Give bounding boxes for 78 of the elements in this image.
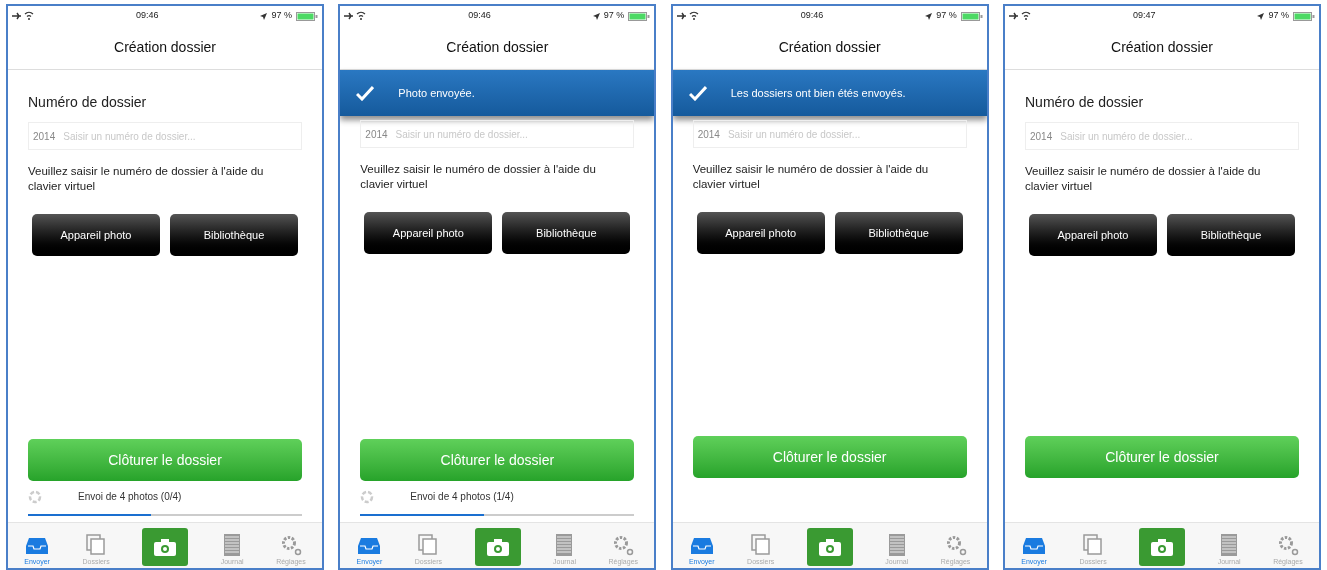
hint-text: Veuillez saisir le numéro de dossier à l'aide du clavier virtuel: [28, 164, 265, 194]
location-arrow-icon: [260, 12, 268, 20]
camera-icon: [818, 538, 841, 556]
year-prefix: 2014: [33, 129, 56, 144]
airplane-wifi-icon: [676, 11, 699, 21]
screen-title: Création dossier: [114, 38, 216, 57]
field-label: Numéro de dossier: [28, 94, 147, 110]
dark-action-button[interactable]: Appareil photo: [32, 214, 160, 256]
close-dossier-button[interactable]: Clôturer le dossier: [1025, 436, 1299, 478]
gears-icon: [612, 533, 635, 556]
location-arrow-icon: [592, 12, 600, 20]
battery-percent: 97 %: [1268, 9, 1289, 23]
list-icon: [556, 533, 573, 556]
dark-action-button[interactable]: Bibliothèque: [1167, 214, 1295, 256]
list-icon: [888, 533, 905, 556]
battery-percent: 97 %: [936, 9, 957, 23]
inbox-tray-icon: [1023, 535, 1046, 556]
airplane-wifi-icon: [12, 11, 34, 21]
camera-tab[interactable]: [806, 528, 853, 566]
screen-title: Création dossier: [1111, 38, 1213, 57]
banner-message: Photo envoyée.: [398, 85, 475, 101]
gears-icon: [279, 533, 302, 556]
camera-tab[interactable]: [142, 528, 189, 566]
screen-title: Création dossier: [446, 38, 549, 57]
airplane-wifi-icon: [344, 11, 367, 21]
dark-action-button[interactable]: Appareil photo: [1029, 214, 1157, 256]
copies-icon: [1083, 533, 1104, 556]
field-label: Numéro de dossier: [1025, 94, 1144, 110]
inbox-tray-icon: [690, 535, 713, 556]
battery-percent: 97 %: [271, 9, 292, 23]
banner-message: Les dossiers ont bien étés envoyés.: [730, 85, 906, 101]
year-prefix: 2014: [697, 127, 720, 142]
close-dossier-button[interactable]: Clôturer le dossier: [360, 439, 635, 481]
list-icon: [1221, 533, 1238, 556]
camera-icon: [154, 538, 177, 556]
year-prefix: 2014: [365, 127, 388, 142]
status-time: 09:46: [135, 9, 159, 23]
dark-action-button[interactable]: Appareil photo: [364, 212, 493, 254]
dark-action-button[interactable]: Bibliothèque: [502, 212, 631, 254]
list-icon: [224, 533, 241, 556]
location-arrow-icon: [1257, 12, 1265, 20]
hint-text: Veuillez saisir le numéro de dossier à l'aide du clavier virtuel: [692, 162, 930, 192]
dark-action-button[interactable]: Bibliothèque: [170, 214, 298, 256]
close-dossier-button[interactable]: Clôturer le dossier: [28, 439, 302, 481]
battery-icon: [296, 11, 318, 21]
battery-icon: [628, 11, 651, 21]
checkmark-icon: [688, 85, 707, 101]
camera-icon: [1151, 538, 1174, 556]
battery-icon: [1292, 11, 1315, 21]
camera-tab[interactable]: [1139, 528, 1186, 566]
gears-icon: [944, 533, 967, 556]
copies-icon: [750, 533, 771, 556]
loading-spinner-icon: [28, 489, 42, 504]
battery-icon: [960, 11, 983, 21]
copies-icon: [418, 533, 439, 556]
battery-percent: 97 %: [603, 9, 625, 23]
upload-status: Envoi de 4 photos (1/4): [410, 490, 514, 504]
gears-icon: [1276, 533, 1299, 556]
year-prefix: 2014: [1030, 129, 1053, 144]
checkmark-icon: [356, 85, 375, 101]
status-time: 09:46: [800, 9, 824, 23]
camera-tab[interactable]: [474, 528, 521, 566]
status-time: 09:46: [468, 9, 491, 23]
status-time: 09:47: [1132, 9, 1156, 23]
camera-icon: [486, 538, 509, 556]
loading-spinner-icon: [360, 489, 375, 504]
dark-action-button[interactable]: Bibliothèque: [834, 212, 963, 254]
hint-text: Veuillez saisir le numéro de dossier à l'aide du clavier virtuel: [1025, 164, 1262, 194]
copies-icon: [86, 533, 107, 556]
close-dossier-button[interactable]: Clôturer le dossier: [692, 436, 967, 478]
inbox-tray-icon: [358, 535, 381, 556]
location-arrow-icon: [925, 12, 933, 20]
hint-text: Veuillez saisir le numéro de dossier à l'aide du clavier virtuel: [360, 162, 597, 192]
inbox-tray-icon: [26, 535, 49, 556]
airplane-wifi-icon: [1009, 11, 1031, 21]
dark-action-button[interactable]: Appareil photo: [696, 212, 825, 254]
upload-status: Envoi de 4 photos (0/4): [78, 490, 182, 504]
screen-title: Création dossier: [778, 38, 881, 57]
